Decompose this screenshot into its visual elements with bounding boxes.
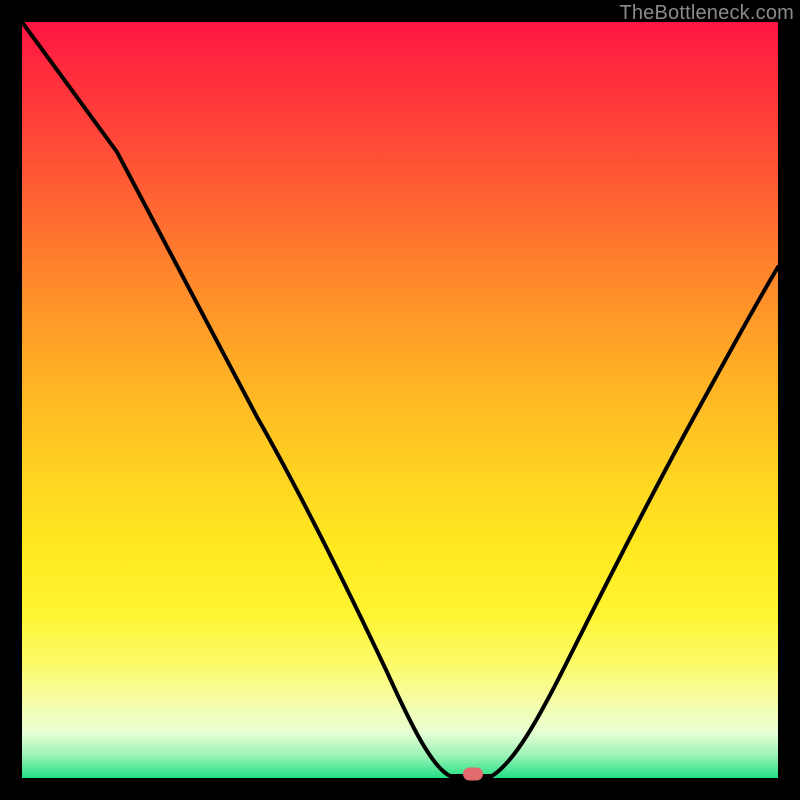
optimal-point-marker [463,768,483,781]
plot-area [22,22,778,778]
watermark-text: TheBottleneck.com [619,2,794,25]
chart-frame: TheBottleneck.com [0,0,800,800]
curve-svg [22,22,778,778]
bottleneck-curve-path [22,22,778,776]
